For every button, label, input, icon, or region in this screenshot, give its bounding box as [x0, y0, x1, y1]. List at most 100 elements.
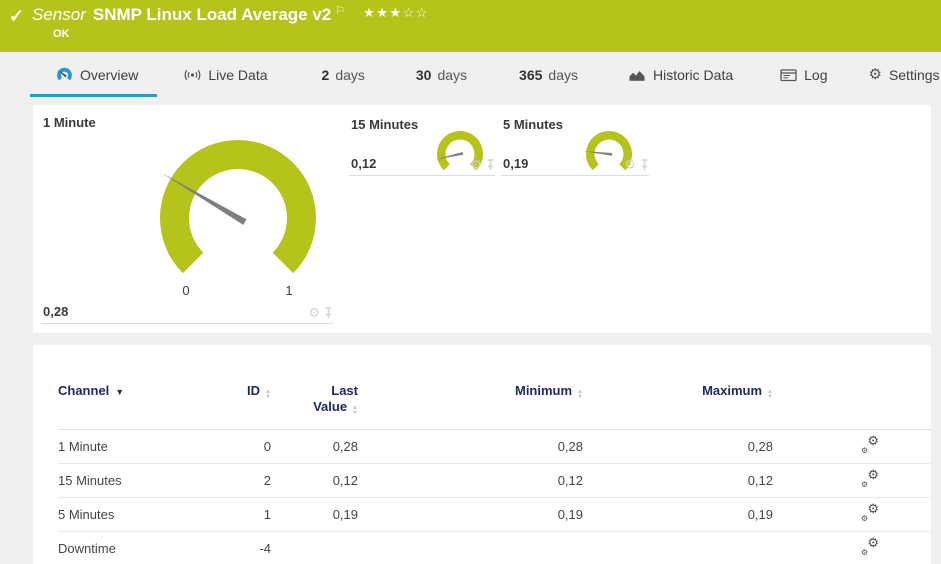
channel-table-body: 1 Minute 0 0,28 0,28 0,28 ⚙ ⚙ 15 Minutes 2 0,12 0,…	[58, 430, 931, 564]
big-gear-icon: ⚙	[867, 467, 879, 482]
gauge-title: 15 Minutes	[351, 117, 419, 132]
tab-settings-label: Settings	[888, 66, 940, 83]
gauge-toolbar: ⚙	[308, 306, 333, 319]
cell-actions: ⚙ ⚙	[773, 433, 931, 456]
channel-settings-icon[interactable]: ⚙ ⚙	[861, 433, 879, 455]
cell-maximum: 0,19	[747, 507, 773, 522]
col-header-channel[interactable]: Channel ▼	[58, 383, 213, 400]
cell-channel: 5 Minutes	[58, 507, 115, 522]
table-row[interactable]: 5 Minutes 1 0,19 0,19 0,19 ⚙ ⚙	[58, 498, 931, 532]
channel-settings-icon[interactable]: ⚙ ⚙	[861, 501, 879, 523]
cell-channel: 1 Minute	[58, 439, 108, 454]
pin-icon[interactable]	[486, 158, 495, 171]
channel-table-panel: Channel ▼ ID ▲ ▼ Last Value ▲ ▼ Minimum ▲ ▼ Max…	[33, 345, 931, 564]
status-badge: OK	[53, 28, 70, 40]
table-row[interactable]: Downtime -4 ⚙ ⚙	[58, 532, 931, 564]
col-header-maximum[interactable]: Maximum ▲ ▼	[583, 383, 773, 400]
tab-log[interactable]: Log	[780, 52, 827, 97]
small-gear-icon: ⚙	[861, 446, 869, 455]
gauge-chart-1-minute: 01	[143, 130, 333, 303]
cell-channel: 15 Minutes	[58, 473, 122, 488]
gauge-value: 0,12	[351, 156, 377, 171]
big-gear-icon: ⚙	[867, 501, 879, 516]
gauge-title: 5 Minutes	[503, 117, 563, 132]
cell-last_value: 0,12	[332, 473, 358, 488]
col-header-id[interactable]: ID ▲ ▼	[213, 383, 271, 400]
gauge-settings-icon[interactable]: ⚙	[308, 306, 320, 319]
tab-live-data-label: Live Data	[208, 66, 268, 83]
gauge-settings-icon[interactable]: ⚙	[624, 158, 636, 171]
cell-id: 2	[263, 473, 271, 488]
big-gear-icon: ⚙	[867, 535, 879, 550]
gauge-value: 0,28	[43, 304, 69, 319]
pin-icon[interactable]	[324, 306, 333, 319]
tab-log-label: Log	[804, 66, 828, 83]
sort-caret-icon: ▼	[115, 387, 125, 397]
tab-bar: Overview Live Data 2 days 30 days 365 da…	[0, 52, 941, 97]
gauge-chart-5-minutes	[581, 130, 637, 181]
cell-actions: ⚙ ⚙	[773, 501, 931, 524]
cell-last_value: 0,19	[332, 507, 358, 522]
sort-arrows-icon: ▲ ▼	[352, 405, 358, 416]
sensor-title-line: Sensor SNMP Linux Load Average v2 ⚐ ★★★☆…	[32, 5, 429, 25]
cell-minimum: 0,19	[557, 507, 583, 522]
cell-last_value: 0,28	[332, 439, 358, 454]
svg-text:1: 1	[285, 283, 292, 298]
tab-365-days-number: 365	[519, 66, 543, 83]
cell-id: -4	[259, 541, 271, 556]
sensor-type-label: Sensor	[32, 5, 86, 24]
overview-gauges-panel: 1 Minute 01 0,28 ⚙ 15 Minutes 0,12 ⚙ 5 M…	[33, 105, 931, 333]
sensor-header-bar: ✓ Sensor SNMP Linux Load Average v2 ⚐ ★★…	[0, 0, 941, 52]
small-gear-icon: ⚙	[861, 514, 869, 523]
tab-30-days-unit: days	[437, 66, 468, 83]
table-row[interactable]: 15 Minutes 2 0,12 0,12 0,12 ⚙ ⚙	[58, 464, 931, 498]
cell-channel: Downtime	[58, 541, 116, 556]
priority-stars[interactable]: ★★★☆☆	[363, 5, 429, 21]
col-header-minimum[interactable]: Minimum ▲ ▼	[358, 383, 583, 400]
tab-historic-data[interactable]: Historic Data	[628, 52, 733, 97]
historic-chart-icon	[628, 67, 646, 82]
channel-settings-icon[interactable]: ⚙ ⚙	[861, 467, 879, 489]
cell-actions: ⚙ ⚙	[773, 467, 931, 490]
sensor-name: SNMP Linux Load Average v2	[92, 5, 332, 24]
tab-live-data[interactable]: Live Data	[184, 52, 268, 97]
cell-id: 1	[263, 507, 271, 522]
cell-actions: ⚙ ⚙	[773, 535, 931, 558]
tab-30-days-number: 30	[415, 66, 432, 83]
gauge-widget-15-minutes: 15 Minutes 0,12 ⚙	[349, 113, 495, 176]
svg-text:0: 0	[182, 283, 189, 298]
channel-settings-icon[interactable]: ⚙ ⚙	[861, 535, 879, 557]
flag-icon[interactable]: ⚐	[335, 4, 345, 17]
big-gear-icon: ⚙	[867, 433, 879, 448]
gauge-icon	[56, 67, 73, 83]
pin-icon[interactable]	[640, 158, 649, 171]
cell-minimum: 0,28	[557, 439, 583, 454]
channel-table-header: Channel ▼ ID ▲ ▼ Last Value ▲ ▼ Minimum ▲ ▼ Max…	[58, 383, 931, 430]
tab-settings[interactable]: ⚙ Settings	[868, 52, 939, 97]
cell-maximum: 0,28	[747, 439, 773, 454]
status-check-icon: ✓	[9, 6, 25, 26]
live-data-icon	[184, 68, 201, 82]
tab-overview[interactable]: Overview	[30, 52, 158, 97]
gauge-chart-15-minutes	[432, 130, 488, 181]
log-icon	[780, 68, 797, 82]
tab-2-days-unit: days	[335, 66, 365, 83]
gauge-widget-1-minute: 1 Minute 01 0,28 ⚙	[41, 111, 333, 324]
tab-30-days[interactable]: 30 days	[416, 52, 467, 97]
tab-365-days-unit: days	[548, 66, 578, 83]
tab-2-days[interactable]: 2 days	[322, 52, 365, 97]
cell-id: 0	[263, 439, 271, 454]
gauge-toolbar: ⚙	[470, 158, 495, 171]
small-gear-icon: ⚙	[861, 480, 869, 489]
sort-arrows-icon: ▲ ▼	[767, 389, 773, 400]
gauge-widget-5-minutes: 5 Minutes 0,19 ⚙	[501, 113, 649, 176]
tab-historic-data-label: Historic Data	[652, 66, 734, 83]
cell-maximum: 0,12	[747, 473, 773, 488]
tab-365-days[interactable]: 365 days	[519, 52, 578, 97]
small-gear-icon: ⚙	[861, 548, 869, 557]
gauge-settings-icon[interactable]: ⚙	[470, 158, 482, 171]
col-header-last-value[interactable]: Last Value ▲ ▼	[271, 383, 358, 416]
cell-minimum: 0,12	[557, 473, 583, 488]
table-row[interactable]: 1 Minute 0 0,28 0,28 0,28 ⚙ ⚙	[58, 430, 931, 464]
gear-icon: ⚙	[868, 66, 882, 83]
